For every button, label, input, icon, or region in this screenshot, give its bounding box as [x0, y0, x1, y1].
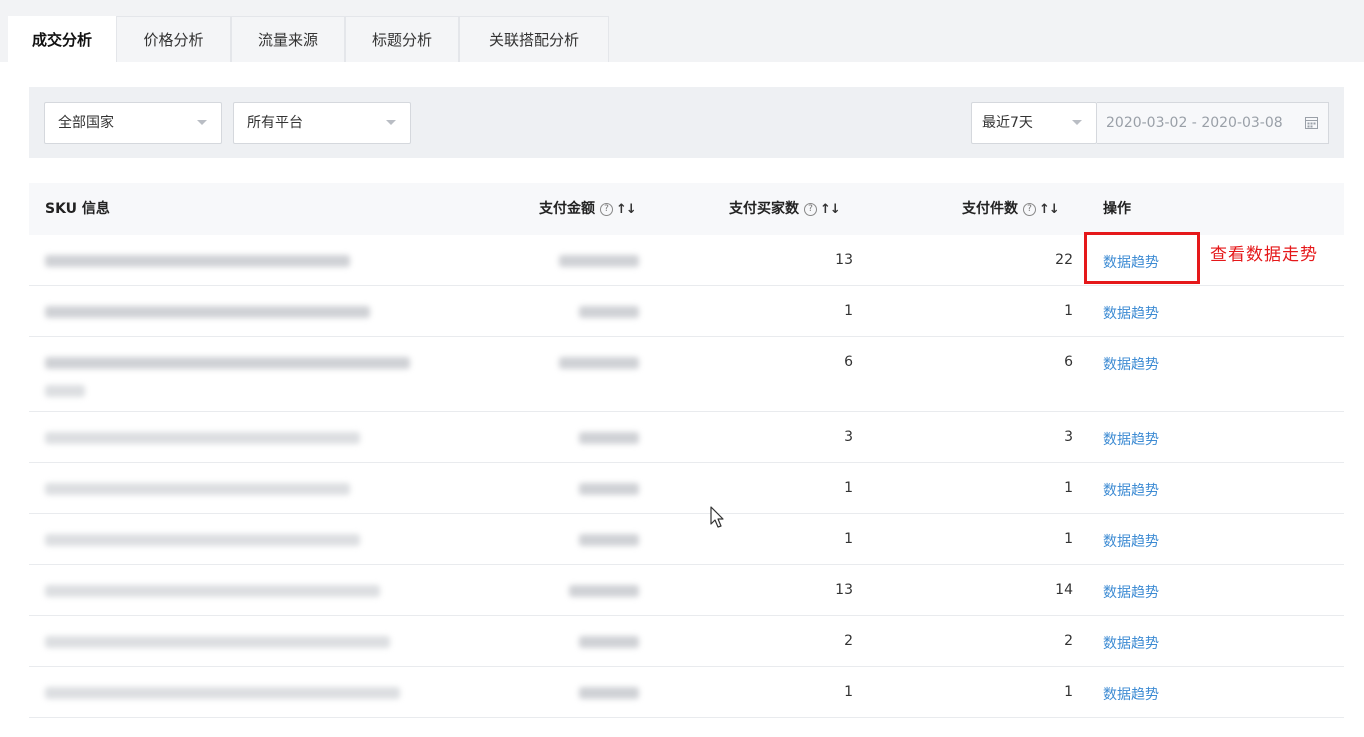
header-items-label: 支付件数: [962, 201, 1018, 217]
buyers-cell: 2: [844, 633, 853, 649]
country-select-value: 全部国家: [58, 115, 114, 131]
annotation-label: 查看数据走势: [1210, 245, 1318, 265]
buyers-cell: 1: [844, 480, 853, 496]
sku-info-blurred: [45, 534, 360, 546]
help-icon[interactable]: ?: [1023, 202, 1036, 216]
amount-blurred: [579, 483, 639, 495]
chevron-down-icon: [386, 120, 396, 125]
items-cell: 14: [1055, 582, 1073, 598]
tab-title-analysis[interactable]: 标题分析: [345, 16, 459, 62]
tab-price-analysis[interactable]: 价格分析: [116, 16, 231, 62]
date-range-picker[interactable]: 2020-03-02 - 2020-03-08: [1097, 102, 1329, 144]
date-range-value: 2020-03-02 - 2020-03-08: [1106, 115, 1283, 131]
table-row: 2 2 数据趋势: [29, 616, 1344, 667]
sku-info-blurred: [45, 357, 410, 369]
data-trend-link[interactable]: 数据趋势: [1103, 531, 1159, 551]
header-buyers[interactable]: 支付买家数? ↑↓: [729, 183, 841, 236]
amount-blurred: [579, 534, 639, 546]
amount-blurred: [579, 687, 639, 699]
help-icon[interactable]: ?: [804, 202, 817, 216]
data-trend-link[interactable]: 数据趋势: [1103, 429, 1159, 449]
data-trend-link[interactable]: 数据趋势: [1103, 684, 1159, 704]
buyers-cell: 13: [835, 582, 853, 598]
header-amount[interactable]: 支付金额? ↑↓: [539, 183, 637, 236]
filter-bar: 全部国家 所有平台 最近7天 2020-03-02 - 2020-03-08: [29, 87, 1344, 158]
tab-deal-analysis[interactable]: 成交分析: [8, 16, 116, 62]
header-action: 操作: [1103, 201, 1131, 217]
tab-bundle-analysis[interactable]: 关联搭配分析: [459, 16, 609, 62]
table-header: SKU 信息 支付金额? ↑↓ 支付买家数? ↑↓ 支付件数? ↑↓ 操作: [29, 183, 1344, 235]
items-cell: 1: [1064, 480, 1073, 496]
mouse-cursor-icon: [710, 506, 724, 528]
sku-info-blurred: [45, 483, 350, 495]
amount-blurred: [569, 585, 639, 597]
data-trend-link[interactable]: 数据趋势: [1103, 582, 1159, 602]
table-row: 13 14 数据趋势: [29, 565, 1344, 616]
amount-blurred: [559, 255, 639, 267]
sku-info-blurred: [45, 255, 350, 267]
sku-info-blurred: [45, 585, 380, 597]
header-items[interactable]: 支付件数? ↑↓: [962, 183, 1060, 236]
table-row: 1 1 数据趋势: [29, 667, 1344, 718]
buyers-cell: 13: [835, 252, 853, 268]
header-sku: SKU 信息: [45, 201, 110, 217]
sku-info-blurred: [45, 636, 390, 648]
header-buyers-label: 支付买家数: [729, 201, 799, 217]
table-row: 1 1 数据趋势: [29, 514, 1344, 565]
buyers-cell: 1: [844, 303, 853, 319]
platform-select[interactable]: 所有平台: [233, 102, 411, 144]
amount-blurred: [579, 432, 639, 444]
sku-info-blurred: [45, 306, 370, 318]
buyers-cell: 1: [844, 684, 853, 700]
header-amount-label: 支付金额: [539, 201, 595, 217]
sort-icon[interactable]: ↑↓: [820, 184, 841, 236]
items-cell: 2: [1064, 633, 1073, 649]
table-row: 1 1 数据趋势: [29, 286, 1344, 337]
data-trend-link[interactable]: 数据趋势: [1103, 303, 1159, 323]
items-cell: 22: [1055, 252, 1073, 268]
items-cell: 6: [1064, 354, 1073, 370]
buyers-cell: 6: [844, 354, 853, 370]
sort-icon[interactable]: ↑↓: [616, 184, 637, 236]
data-trend-link[interactable]: 数据趋势: [1103, 633, 1159, 653]
sku-info-blurred: [45, 687, 400, 699]
period-select-value: 最近7天: [982, 115, 1033, 131]
sku-info-blurred: [45, 385, 85, 397]
calendar-icon: [1305, 117, 1318, 129]
country-select[interactable]: 全部国家: [44, 102, 222, 144]
table-row: 1 1 数据趋势: [29, 463, 1344, 514]
items-cell: 1: [1064, 303, 1073, 319]
amount-blurred: [559, 357, 639, 369]
amount-blurred: [579, 306, 639, 318]
period-select[interactable]: 最近7天: [971, 102, 1097, 144]
table-row: 3 3 数据趋势: [29, 412, 1344, 463]
buyers-cell: 3: [844, 429, 853, 445]
sort-icon[interactable]: ↑↓: [1039, 184, 1060, 236]
tab-bar: 成交分析 价格分析 流量来源 标题分析 关联搭配分析: [0, 0, 1364, 62]
chevron-down-icon: [1072, 120, 1082, 125]
items-cell: 1: [1064, 684, 1073, 700]
sku-info-blurred: [45, 432, 360, 444]
highlight-box: [1084, 232, 1200, 284]
items-cell: 1: [1064, 531, 1073, 547]
amount-blurred: [579, 636, 639, 648]
chevron-down-icon: [197, 120, 207, 125]
data-trend-link[interactable]: 数据趋势: [1103, 480, 1159, 500]
platform-select-value: 所有平台: [247, 115, 303, 131]
data-trend-link[interactable]: 数据趋势: [1103, 354, 1159, 374]
help-icon[interactable]: ?: [600, 202, 613, 216]
tab-traffic-source[interactable]: 流量来源: [231, 16, 345, 62]
buyers-cell: 1: [844, 531, 853, 547]
table-row: 6 6 数据趋势: [29, 337, 1344, 412]
items-cell: 3: [1064, 429, 1073, 445]
